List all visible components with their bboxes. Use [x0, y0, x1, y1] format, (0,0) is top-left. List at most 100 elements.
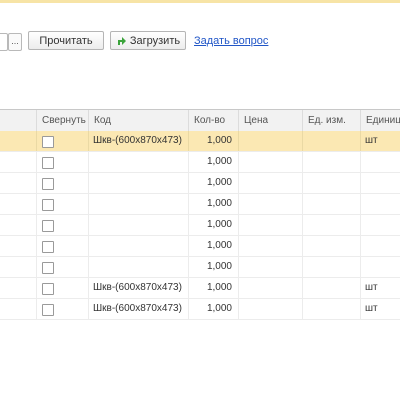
cell-qty[interactable]: 1,000: [188, 131, 232, 151]
collapse-checkbox[interactable]: [42, 178, 54, 190]
column-divider: [88, 131, 89, 151]
column-divider: [360, 299, 361, 319]
cell-qty[interactable]: 1,000: [188, 215, 232, 235]
cell-code[interactable]: [93, 236, 188, 256]
column-divider: [88, 278, 89, 298]
col-header-unit2[interactable]: Единица: [360, 110, 400, 131]
table-row[interactable]: 1,000: [0, 215, 400, 236]
cell-unit2[interactable]: [365, 194, 400, 214]
table-row[interactable]: Шкв-(600х870х473) 1,000 шт: [0, 299, 400, 320]
cell-price[interactable]: [238, 278, 302, 298]
collapse-checkbox[interactable]: [42, 304, 54, 316]
cell-unit2[interactable]: шт: [365, 131, 400, 151]
ellipsis-button[interactable]: ...: [8, 33, 22, 51]
cell-code[interactable]: Шкв-(600х870х473): [93, 278, 188, 298]
cell-unit[interactable]: [302, 236, 360, 256]
collapse-checkbox[interactable]: [42, 199, 54, 211]
cell-price[interactable]: [238, 152, 302, 172]
column-divider: [360, 236, 361, 256]
cell-unit[interactable]: [302, 173, 360, 193]
green-arrow-icon: [118, 37, 126, 45]
column-divider: [360, 257, 361, 277]
cell-unit2[interactable]: [365, 236, 400, 256]
table-row[interactable]: 1,000: [0, 194, 400, 215]
cell-price[interactable]: [238, 215, 302, 235]
column-divider: [36, 257, 37, 277]
column-divider: [88, 194, 89, 214]
column-divider: [36, 131, 37, 151]
cell-code[interactable]: [93, 152, 188, 172]
cell-unit[interactable]: [302, 278, 360, 298]
cell-unit[interactable]: [302, 257, 360, 277]
column-divider: [360, 152, 361, 172]
column-divider: [36, 278, 37, 298]
column-divider: [36, 173, 37, 193]
cell-code[interactable]: Шкв-(600х870х473): [93, 299, 188, 319]
cell-unit2[interactable]: [365, 173, 400, 193]
cell-qty[interactable]: 1,000: [188, 194, 232, 214]
collapse-checkbox[interactable]: [42, 262, 54, 274]
cell-price[interactable]: [238, 236, 302, 256]
collapse-checkbox[interactable]: [42, 283, 54, 295]
cell-unit2[interactable]: [365, 152, 400, 172]
cell-unit2[interactable]: шт: [365, 299, 400, 319]
cell-unit2[interactable]: [365, 257, 400, 277]
cell-unit[interactable]: [302, 194, 360, 214]
cell-unit2[interactable]: [365, 215, 400, 235]
read-button[interactable]: Прочитать: [28, 31, 104, 50]
collapse-checkbox[interactable]: [42, 157, 54, 169]
column-divider: [88, 152, 89, 172]
cell-unit[interactable]: [302, 215, 360, 235]
load-button[interactable]: Загрузить: [110, 31, 186, 50]
cell-price[interactable]: [238, 299, 302, 319]
collapse-checkbox[interactable]: [42, 136, 54, 148]
table-row[interactable]: 1,000: [0, 173, 400, 194]
cell-unit[interactable]: [302, 299, 360, 319]
column-divider: [88, 257, 89, 277]
table-row[interactable]: 1,000: [0, 257, 400, 278]
column-divider: [360, 131, 361, 151]
collapse-checkbox[interactable]: [42, 241, 54, 253]
table-row[interactable]: 1,000: [0, 236, 400, 257]
col-header-price[interactable]: Цена: [238, 110, 302, 131]
col-header-qty[interactable]: Кол-во: [188, 110, 238, 131]
column-divider: [36, 299, 37, 319]
cell-price[interactable]: [238, 173, 302, 193]
table-row[interactable]: Шкв-(600х870х473) 1,000 шт: [0, 278, 400, 299]
cell-unit[interactable]: [302, 131, 360, 151]
cell-code[interactable]: Шкв-(600х870х473): [93, 131, 188, 151]
cell-price[interactable]: [238, 257, 302, 277]
collapse-checkbox[interactable]: [42, 220, 54, 232]
cell-qty[interactable]: 1,000: [188, 236, 232, 256]
cell-price[interactable]: [238, 194, 302, 214]
column-divider: [360, 278, 361, 298]
cell-unit[interactable]: [302, 152, 360, 172]
top-accent-bar: [0, 0, 400, 3]
toolbar: ... Прочитать Загрузить Задать вопрос: [0, 30, 400, 52]
col-header-code[interactable]: Код: [88, 110, 188, 131]
cell-unit2[interactable]: шт: [365, 278, 400, 298]
col-header-unit[interactable]: Ед. изм.: [302, 110, 360, 131]
column-divider: [36, 152, 37, 172]
ask-question-link[interactable]: Задать вопрос: [194, 35, 268, 47]
cell-qty[interactable]: 1,000: [188, 278, 232, 298]
table-row[interactable]: 1,000: [0, 152, 400, 173]
column-divider: [88, 236, 89, 256]
field-input[interactable]: [0, 33, 8, 51]
column-divider: [360, 215, 361, 235]
cell-price[interactable]: [238, 131, 302, 151]
col-header-collapse[interactable]: Свернуть: [36, 110, 88, 131]
table-header: Свернуть Код Кол-во Цена Ед. изм. Единиц…: [0, 109, 400, 132]
column-divider: [36, 194, 37, 214]
column-divider: [360, 194, 361, 214]
cell-qty[interactable]: 1,000: [188, 257, 232, 277]
cell-code[interactable]: [93, 257, 188, 277]
cell-code[interactable]: [93, 173, 188, 193]
table-row[interactable]: Шкв-(600х870х473) 1,000 шт: [0, 131, 400, 152]
cell-qty[interactable]: 1,000: [188, 299, 232, 319]
cell-code[interactable]: [93, 215, 188, 235]
column-divider: [36, 215, 37, 235]
cell-code[interactable]: [93, 194, 188, 214]
cell-qty[interactable]: 1,000: [188, 152, 232, 172]
cell-qty[interactable]: 1,000: [188, 173, 232, 193]
